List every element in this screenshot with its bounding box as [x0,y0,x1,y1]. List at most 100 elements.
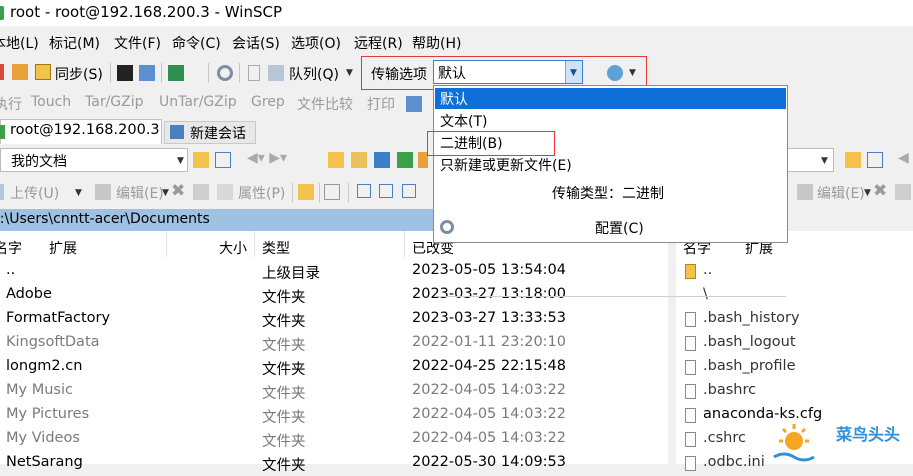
dropdown-item-new-or-updated[interactable]: 只新建或更新文件(E) [435,154,786,175]
new-folder-icon[interactable] [298,184,314,200]
cmd-tar-gzip[interactable]: Tar/GZip [85,94,144,110]
refresh-icon[interactable] [397,152,413,168]
menu-help[interactable]: 帮助(H) [412,33,461,53]
chevron-down-icon[interactable]: ▼ [177,156,184,166]
transfer-options-value: 默认 [438,66,466,82]
unselect-minus-icon[interactable] [379,184,393,198]
left-path-bar[interactable]: C:\Users\cnntt-acer\Documents [0,209,434,231]
menu-remote[interactable]: 远程(R) [354,33,403,53]
transfer-options-dropdown[interactable]: 默认 文本(T) 二进制(B) 只新建或更新文件(E) 传输类型：二进制 配置(… [433,85,788,297]
cmd-touch[interactable]: Touch [31,94,71,110]
edit-dropdown-icon[interactable]: ▼ [864,188,871,198]
new-file-icon[interactable] [324,184,340,200]
table-row[interactable]: longm2.cn 文件夹 2022-04-25 22:15:48 [0,356,668,380]
left-file-list[interactable]: 名字 扩展 大小 类型 已改变 .. 上级目录 2023-05-05 13:54… [0,231,668,474]
delete-icon[interactable]: ✖ [873,181,887,201]
preferences-gear-icon[interactable] [217,65,233,81]
cmd-untar-gzip[interactable]: UnTar/GZip [159,94,237,110]
sun-icon [773,424,815,462]
compare-icon[interactable] [0,64,4,80]
upload-dropdown-icon[interactable]: ▼ [75,188,82,198]
dropdown-item-default[interactable]: 默认 [435,88,786,109]
dropdown-item-text[interactable]: 文本(T) [435,110,786,131]
edit-icon[interactable] [95,184,111,200]
edit-button[interactable]: 编辑(E) [116,183,164,203]
col-ext-header[interactable]: 扩展 [49,238,77,258]
right-edit-button[interactable]: 编辑(E) [817,183,865,203]
table-row[interactable]: .. 上级目录 2023-05-05 13:54:04 [0,260,668,284]
table-row[interactable]: My Videos 文件夹 2022-04-05 14:03:22 [0,428,668,452]
cmd-grep[interactable]: Grep [251,94,285,110]
table-row[interactable]: KingsoftData 文件夹 2022-01-11 23:20:10 [0,332,668,356]
menu-local[interactable]: 本地(L) [0,33,39,53]
chevron-down-icon[interactable]: ▼ [821,156,828,166]
rename-icon[interactable] [895,184,911,200]
chevron-down-icon: ▼ [570,68,577,78]
winscp-app-icon [0,6,4,20]
open-folder-icon[interactable] [193,152,209,168]
queue-icon[interactable] [268,65,284,81]
table-row[interactable]: FormatFactory 文件夹 2023-03-27 13:33:53 [0,308,668,332]
edit-dropdown-icon[interactable]: ▼ [162,188,169,198]
list-item[interactable]: .. [676,260,913,284]
new-session-icon [170,125,184,139]
sync-icon[interactable] [35,64,51,80]
title-bar: root - root@192.168.200.3 - WinSCP [0,0,913,26]
queue-dropdown-icon[interactable]: ▼ [346,68,353,78]
putty-icon[interactable] [139,65,155,81]
binary-highlight [427,131,555,156]
tab-session[interactable]: root@192.168.200.3 [0,119,162,144]
cmd-file-compare[interactable]: 文件比较 [297,94,353,114]
synchronize-browse-icon[interactable] [12,64,28,80]
list-item[interactable]: .bash_logout [676,332,913,356]
queue-list-icon[interactable] [248,65,260,81]
command-window-icon[interactable] [406,96,422,112]
back-arrow-icon[interactable]: ◀ [898,150,909,166]
console-icon[interactable] [117,65,133,81]
root-folder-icon[interactable] [351,152,367,168]
list-item[interactable]: .bash_profile [676,356,913,380]
properties-button[interactable]: 属性(P) [238,183,285,203]
queue-button[interactable]: 队列(Q) [289,64,339,84]
refresh-icon[interactable] [168,65,184,81]
filter-select-icon[interactable] [402,184,416,198]
rename-icon[interactable] [193,184,209,200]
dropdown-item-configure[interactable]: 配置(C) [435,217,786,238]
menu-mark[interactable]: 标记(M) [49,33,100,53]
list-item[interactable]: .bashrc [676,380,913,404]
sync-button[interactable]: 同步(S) [55,64,103,84]
edit-icon[interactable] [797,184,813,200]
menu-session[interactable]: 会话(S) [232,33,280,53]
select-all-plus-icon[interactable] [357,184,371,198]
home-icon[interactable] [374,152,390,168]
filter-icon[interactable] [867,152,883,168]
list-item[interactable]: .bash_history [676,308,913,332]
back-arrow-icon[interactable]: ◀▾ ▶▾ [247,150,287,166]
menu-bar: 本地(L) 标记(M) 文件(F) 命令(C) 会话(S) 选项(O) 远程(R… [0,30,913,54]
cmd-execute[interactable]: 执行 [0,94,22,114]
parent-folder-icon[interactable] [328,152,344,168]
properties-icon[interactable] [217,184,233,200]
file-icon [685,360,696,375]
pane-splitter[interactable] [668,231,676,464]
combo-dropdown-button[interactable]: ▼ [565,61,582,83]
menu-file[interactable]: 文件(F) [114,33,161,53]
transfer-options-combo[interactable]: 默认 ▼ [433,60,583,84]
cmd-print[interactable]: 打印 [367,94,395,114]
table-row[interactable]: NetSarang 文件夹 2022-05-30 14:09:53 [0,452,668,476]
right-location-combo[interactable]: ▼ [787,148,834,172]
upload-icon[interactable] [0,184,4,200]
upload-button[interactable]: 上传(U) [10,183,59,203]
tab-new-session[interactable]: 新建会话 [164,121,256,144]
delete-icon[interactable]: ✖ [171,181,185,201]
open-folder-icon[interactable] [845,152,861,168]
menu-options[interactable]: 选项(O) [291,33,341,53]
col-size-header[interactable]: 大小 [219,238,247,258]
menu-command[interactable]: 命令(C) [172,33,221,53]
table-row[interactable]: My Music 文件夹 2022-04-05 14:03:22 [0,380,668,404]
col-type-header[interactable]: 类型 [262,238,290,258]
filter-icon[interactable] [215,152,231,168]
col-name-header[interactable]: 名字 [0,238,22,258]
left-location-combo[interactable]: 我的文档 ▼ [0,148,188,172]
table-row[interactable]: My Pictures 文件夹 2022-04-05 14:03:22 [0,404,668,428]
